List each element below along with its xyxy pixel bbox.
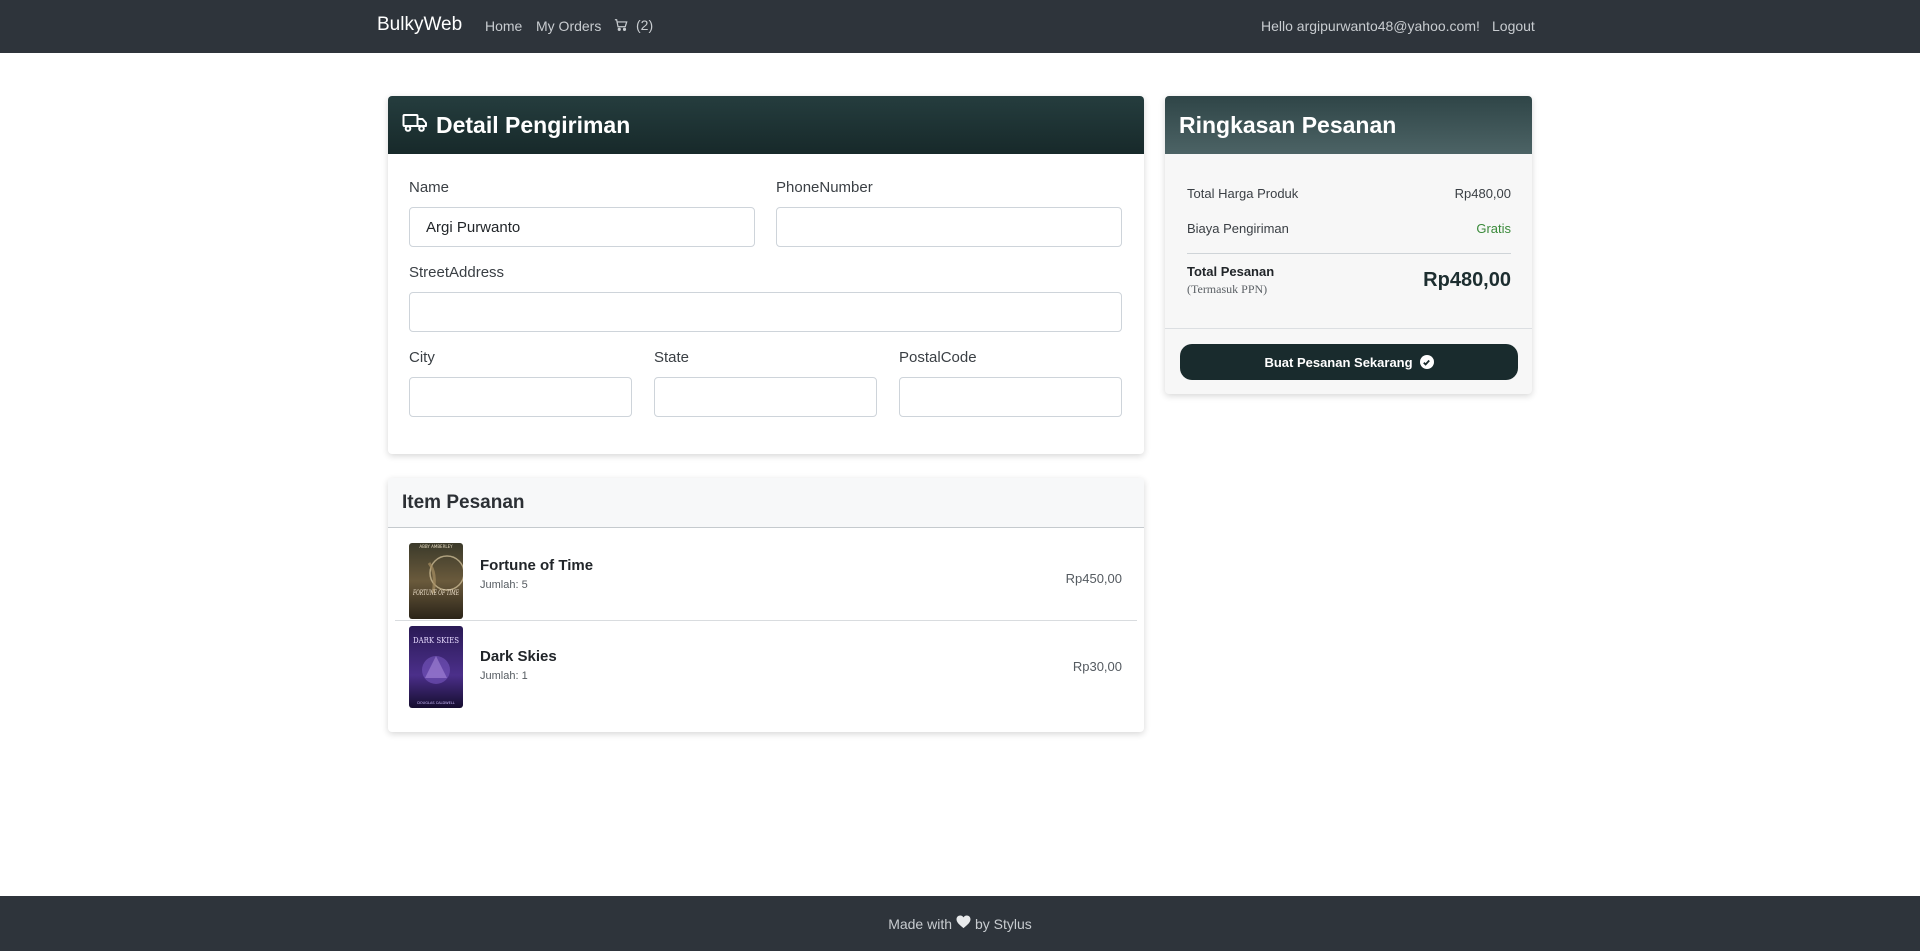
item-price: Rp450,00 xyxy=(1065,571,1122,586)
check-circle-icon xyxy=(1419,355,1434,369)
cart-count: (2) xyxy=(636,17,654,33)
brand-link[interactable]: BulkyWeb xyxy=(377,14,462,36)
order-total-note: (Termasuk PPN) xyxy=(1187,282,1268,296)
place-order-label: Buat Pesanan Sekarang xyxy=(1264,354,1413,370)
footer: Made with by Stylus xyxy=(0,896,1920,951)
postal-code-label: PostalCode xyxy=(899,349,977,366)
svg-text:DARK SKIES: DARK SKIES xyxy=(413,636,459,646)
order-items-card: Item Pesanan ABBY AMBERLEY FORTUNE OF TI… xyxy=(388,478,1144,732)
item-price: Rp30,00 xyxy=(1072,659,1122,674)
order-item-row: ABBY AMBERLEY FORTUNE OF TIME Fortune of… xyxy=(395,535,1137,621)
item-quantity: Jumlah: 5 xyxy=(480,579,528,591)
shipping-cost-value: Gratis xyxy=(1476,221,1511,236)
svg-text:FORTUNE OF TIME: FORTUNE OF TIME xyxy=(412,589,459,597)
order-total-value: Rp480,00 xyxy=(1423,269,1511,291)
summary-footer-divider xyxy=(1165,328,1532,329)
book-cover-dark-skies: DARK SKIES DOUGLAS CALDWELL xyxy=(409,626,463,708)
order-items-header: Item Pesanan xyxy=(388,478,1144,528)
shipping-detail-title-text: Detail Pengiriman xyxy=(436,111,631,138)
place-order-button[interactable]: Buat Pesanan Sekarang xyxy=(1180,344,1518,380)
order-summary-header: Ringkasan Pesanan xyxy=(1165,96,1532,154)
order-item-row: DARK SKIES DOUGLAS CALDWELL Dark Skies J… xyxy=(395,626,1137,712)
order-total-label: Total Pesanan xyxy=(1187,264,1275,279)
cart-icon xyxy=(614,18,628,32)
phone-label: PhoneNumber xyxy=(776,179,873,196)
product-total-value: Rp480,00 xyxy=(1454,186,1511,201)
user-greeting-link[interactable]: Hello argipurwanto48@yahoo.com! xyxy=(1261,18,1480,34)
book-cover-fortune-of-time: ABBY AMBERLEY FORTUNE OF TIME xyxy=(409,543,463,619)
shipping-cost-row: Biaya Pengiriman Gratis xyxy=(1187,221,1511,236)
street-address-input[interactable] xyxy=(409,292,1122,332)
shipping-cost-label: Biaya Pengiriman xyxy=(1187,221,1289,236)
state-label: State xyxy=(654,349,690,366)
street-address-label: StreetAddress xyxy=(409,264,505,281)
truck-icon xyxy=(402,112,428,139)
summary-divider xyxy=(1187,253,1511,254)
city-label: City xyxy=(409,349,435,366)
item-title: Dark Skies xyxy=(480,648,557,665)
shipping-detail-title: Detail Pengiriman xyxy=(402,112,630,139)
shipping-detail-card: Detail Pengiriman Name PhoneNumber Stree… xyxy=(388,96,1144,454)
city-input[interactable] xyxy=(409,377,632,417)
navbar: BulkyWeb Home My Orders (2) Hello argipu… xyxy=(0,0,1920,53)
heart-icon xyxy=(956,915,971,932)
postal-code-input[interactable] xyxy=(899,377,1122,417)
product-total-row: Total Harga Produk Rp480,00 xyxy=(1187,186,1511,201)
nav-home-link[interactable]: Home xyxy=(485,18,522,34)
logout-link[interactable]: Logout xyxy=(1492,18,1535,34)
nav-my-orders-link[interactable]: My Orders xyxy=(536,18,601,34)
footer-suffix: by Stylus xyxy=(975,915,1032,932)
svg-text:ABBY AMBERLEY: ABBY AMBERLEY xyxy=(419,544,453,549)
name-input[interactable] xyxy=(409,207,755,247)
item-title: Fortune of Time xyxy=(480,557,594,574)
item-quantity: Jumlah: 1 xyxy=(480,670,528,682)
order-summary-card: Ringkasan Pesanan Total Harga Produk Rp4… xyxy=(1165,96,1532,394)
nav-cart-link[interactable]: (2) xyxy=(614,17,653,33)
product-total-label: Total Harga Produk xyxy=(1187,186,1299,201)
footer-prefix: Made with xyxy=(888,915,952,932)
svg-text:DOUGLAS CALDWELL: DOUGLAS CALDWELL xyxy=(417,701,455,705)
state-input[interactable] xyxy=(654,377,877,417)
phone-input[interactable] xyxy=(776,207,1122,247)
name-label: Name xyxy=(409,179,450,196)
shipping-detail-header: Detail Pengiriman xyxy=(388,96,1144,154)
order-summary-title: Ringkasan Pesanan xyxy=(1179,111,1397,138)
order-items-title: Item Pesanan xyxy=(402,491,525,513)
